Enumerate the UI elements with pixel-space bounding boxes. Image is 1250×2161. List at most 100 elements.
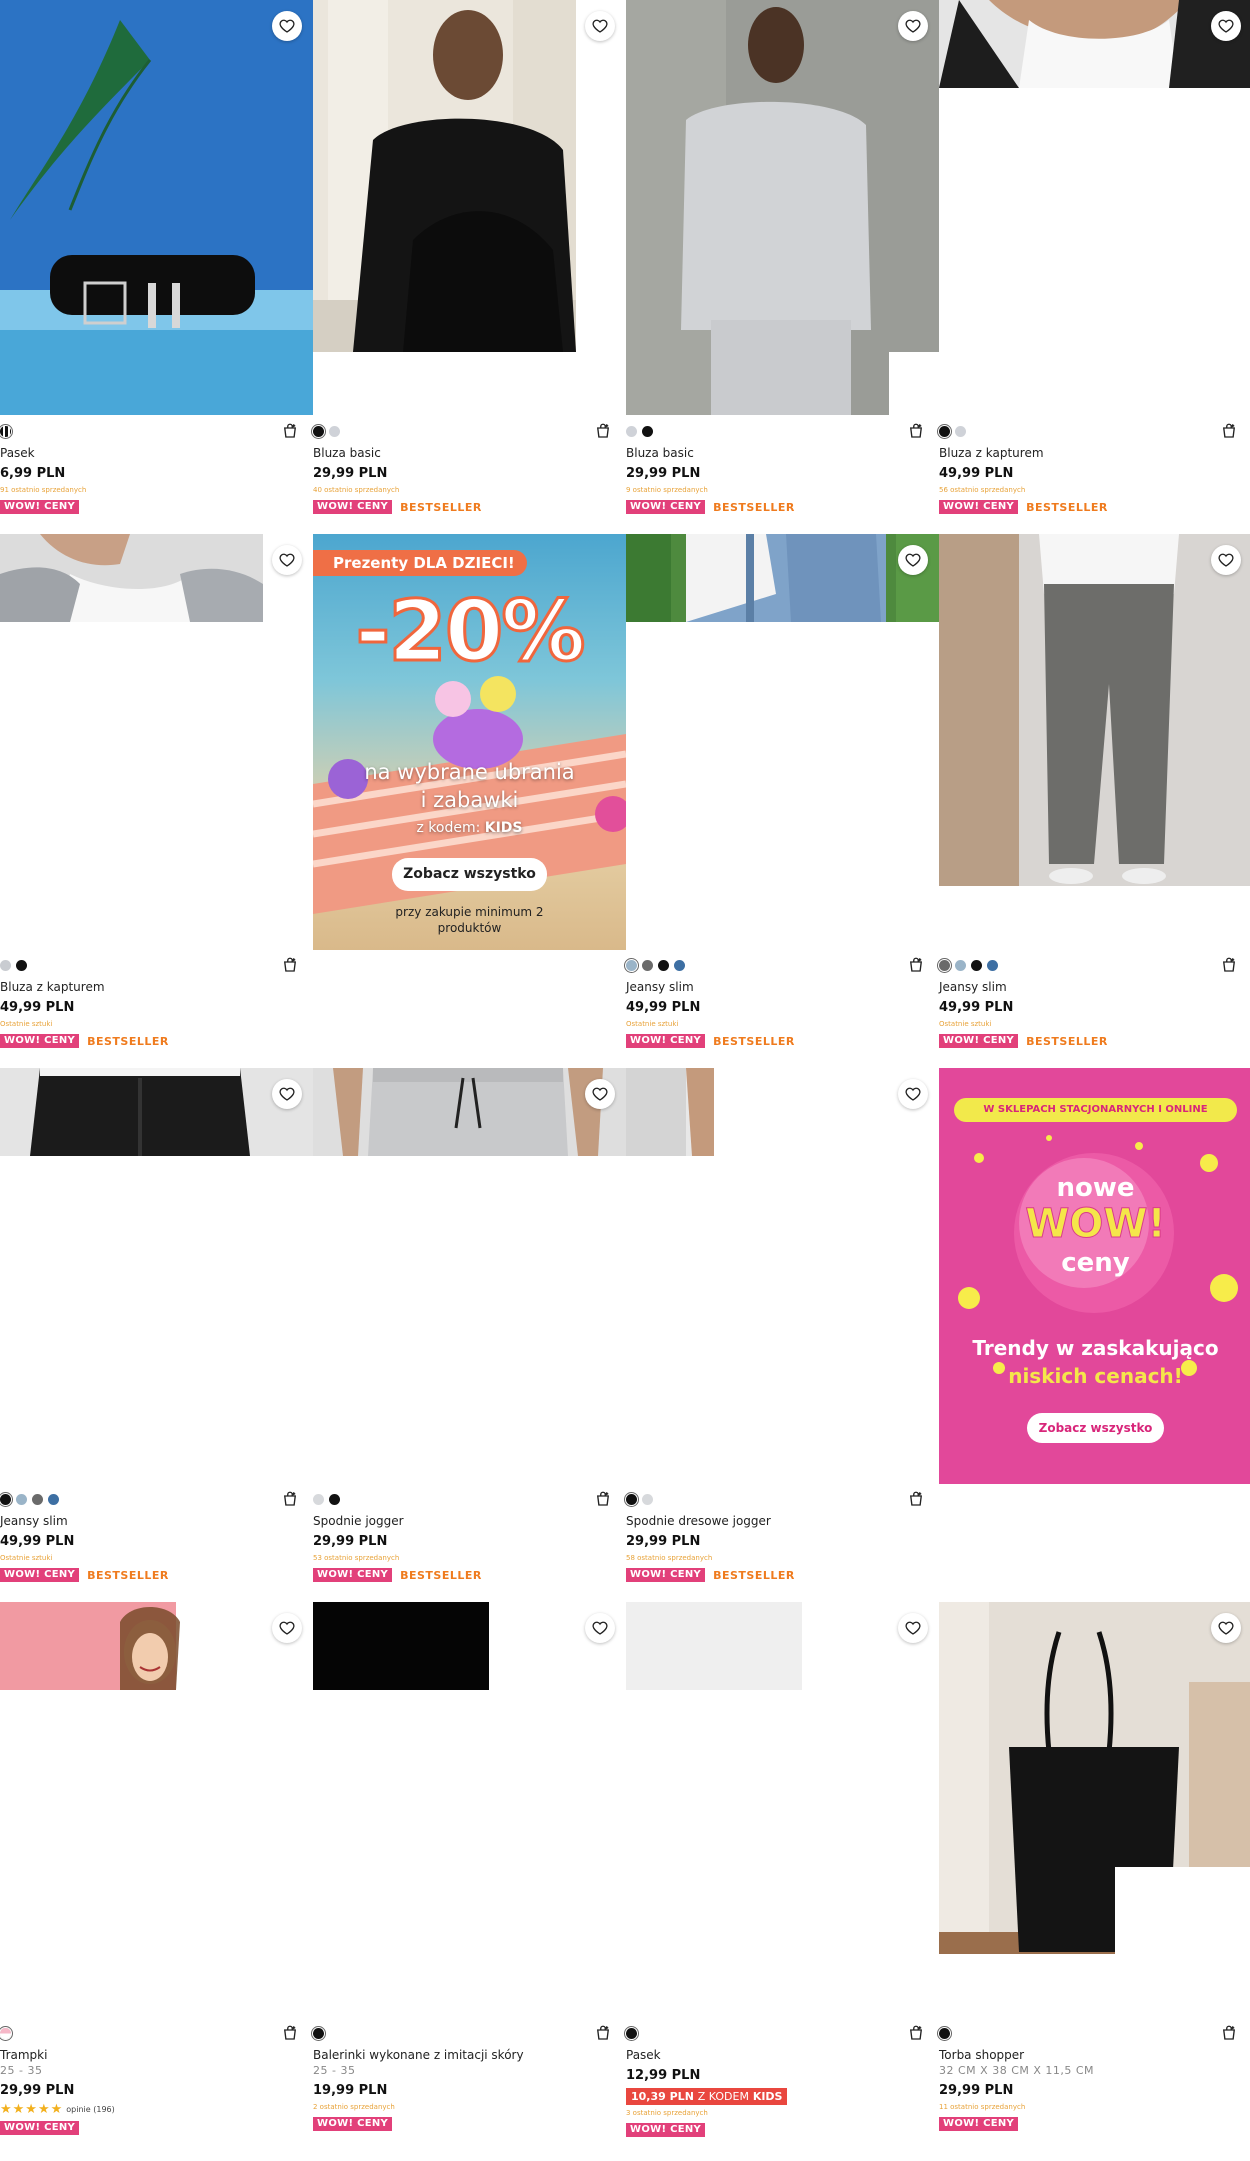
heart-icon[interactable]	[898, 1613, 928, 1643]
kids-promo-banner[interactable]: Prezenty DLA DZIECI! -20% na wybrane ubr…	[313, 534, 626, 950]
product-name[interactable]: Spodnie jogger	[313, 1514, 626, 1529]
see-all-button[interactable]: Zobacz wszystko	[1027, 1413, 1164, 1443]
product-image[interactable]	[313, 0, 626, 415]
heart-icon[interactable]	[272, 1079, 302, 1109]
color-swatch[interactable]	[32, 1493, 43, 1505]
product-name[interactable]: Bluza z kapturem	[939, 446, 1250, 461]
product-image[interactable]	[0, 1602, 313, 2017]
rating[interactable]: ★★★★★ opinie (196)	[0, 2103, 313, 2116]
color-swatch[interactable]	[971, 959, 982, 971]
add-to-cart-icon[interactable]	[594, 422, 612, 440]
color-swatch[interactable]	[0, 1493, 11, 1505]
color-swatch[interactable]	[939, 425, 950, 437]
color-swatch[interactable]	[642, 425, 653, 437]
color-swatch[interactable]	[313, 425, 324, 437]
color-swatches[interactable]	[313, 1493, 626, 1505]
color-swatch[interactable]	[939, 2027, 950, 2039]
heart-icon[interactable]	[898, 11, 928, 41]
color-swatch[interactable]	[48, 1493, 59, 1505]
color-swatch[interactable]	[658, 959, 669, 971]
add-to-cart-icon[interactable]	[1220, 2024, 1238, 2042]
color-swatches[interactable]	[939, 425, 1250, 437]
product-image[interactable]	[0, 0, 313, 415]
add-to-cart-icon[interactable]	[907, 956, 925, 974]
color-swatch[interactable]	[626, 1493, 637, 1505]
color-swatch[interactable]	[0, 959, 11, 971]
product-name[interactable]: Spodnie dresowe jogger	[626, 1514, 939, 1529]
color-swatch[interactable]	[16, 1493, 27, 1505]
product-image[interactable]	[939, 0, 1250, 415]
heart-icon[interactable]	[898, 545, 928, 575]
color-swatch[interactable]	[626, 425, 637, 437]
color-swatch[interactable]	[329, 425, 340, 437]
product-image[interactable]	[0, 1068, 313, 1483]
product-image[interactable]	[313, 1068, 626, 1483]
product-image[interactable]	[626, 1068, 939, 1483]
product-name[interactable]: Balerinki wykonane z imitacji skóry	[313, 2048, 626, 2063]
product-image[interactable]	[626, 534, 939, 949]
color-swatch[interactable]	[0, 2027, 11, 2039]
product-image[interactable]	[939, 534, 1250, 949]
color-swatches[interactable]	[626, 425, 939, 437]
color-swatches[interactable]	[626, 1493, 939, 1505]
add-to-cart-icon[interactable]	[1220, 956, 1238, 974]
color-swatches[interactable]	[0, 1493, 313, 1505]
product-image[interactable]	[626, 1602, 939, 2017]
heart-icon[interactable]	[1211, 11, 1241, 41]
add-to-cart-icon[interactable]	[281, 2024, 299, 2042]
wow-promo-banner[interactable]: W SKLEPACH STACJONARNYCH I ONLINE nowe W…	[939, 1068, 1250, 1484]
color-swatch[interactable]	[626, 959, 637, 971]
add-to-cart-icon[interactable]	[1220, 422, 1238, 440]
heart-icon[interactable]	[585, 1079, 615, 1109]
product-name[interactable]: Bluza basic	[626, 446, 939, 461]
product-image[interactable]	[313, 1602, 626, 2017]
product-name[interactable]: Trampki	[0, 2048, 313, 2063]
product-image[interactable]	[939, 1602, 1250, 2017]
heart-icon[interactable]	[585, 1613, 615, 1643]
product-name[interactable]: Pasek	[0, 446, 313, 461]
color-swatches[interactable]	[939, 959, 1250, 971]
heart-icon[interactable]	[1211, 1613, 1241, 1643]
add-to-cart-icon[interactable]	[594, 2024, 612, 2042]
add-to-cart-icon[interactable]	[907, 422, 925, 440]
color-swatches[interactable]	[313, 2027, 626, 2039]
color-swatch[interactable]	[0, 425, 11, 437]
product-image[interactable]	[626, 0, 939, 415]
add-to-cart-icon[interactable]	[281, 422, 299, 440]
color-swatch[interactable]	[987, 959, 998, 971]
see-all-button[interactable]: Zobacz wszystko	[392, 858, 547, 891]
color-swatch[interactable]	[329, 1493, 340, 1505]
color-swatches[interactable]	[0, 959, 313, 971]
add-to-cart-icon[interactable]	[281, 956, 299, 974]
color-swatches[interactable]	[626, 959, 939, 971]
product-name[interactable]: Bluza z kapturem	[0, 980, 313, 995]
color-swatches[interactable]	[0, 425, 313, 437]
color-swatch[interactable]	[939, 959, 950, 971]
color-swatch[interactable]	[674, 959, 685, 971]
color-swatch[interactable]	[955, 959, 966, 971]
heart-icon[interactable]	[272, 11, 302, 41]
add-to-cart-icon[interactable]	[907, 2024, 925, 2042]
color-swatches[interactable]	[939, 2027, 1250, 2039]
product-image[interactable]	[0, 534, 313, 949]
add-to-cart-icon[interactable]	[594, 1490, 612, 1508]
color-swatches[interactable]	[626, 2027, 939, 2039]
add-to-cart-icon[interactable]	[281, 1490, 299, 1508]
color-swatch[interactable]	[955, 425, 966, 437]
color-swatch[interactable]	[313, 1493, 324, 1505]
color-swatch[interactable]	[642, 1493, 653, 1505]
add-to-cart-icon[interactable]	[907, 1490, 925, 1508]
color-swatch[interactable]	[642, 959, 653, 971]
product-name[interactable]: Bluza basic	[313, 446, 626, 461]
heart-icon[interactable]	[272, 545, 302, 575]
heart-icon[interactable]	[272, 1613, 302, 1643]
product-name[interactable]: Jeansy slim	[0, 1514, 313, 1529]
heart-icon[interactable]	[585, 11, 615, 41]
color-swatches[interactable]	[313, 425, 626, 437]
heart-icon[interactable]	[898, 1079, 928, 1109]
color-swatches[interactable]	[0, 2027, 313, 2039]
color-swatch[interactable]	[313, 2027, 324, 2039]
product-name[interactable]: Pasek	[626, 2048, 939, 2063]
color-swatch[interactable]	[626, 2027, 637, 2039]
product-name[interactable]: Jeansy slim	[626, 980, 939, 995]
